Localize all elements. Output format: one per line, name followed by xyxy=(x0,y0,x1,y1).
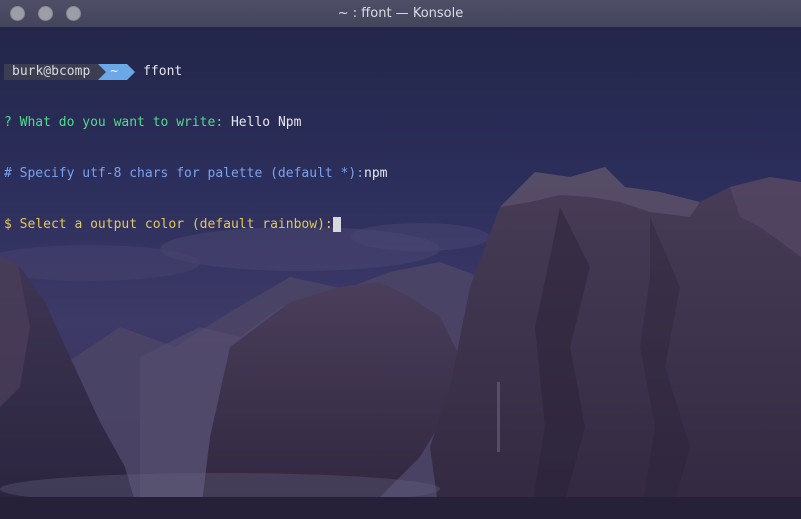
question-line-3: $ Select a output color (default rainbow… xyxy=(4,216,388,233)
prompt-command: ffont xyxy=(143,64,183,79)
question-text: What do you want to write: xyxy=(19,115,224,130)
title-bar[interactable]: ~ : ffont — Konsole xyxy=(0,0,801,28)
question-text: Specify utf-8 chars for palette (default… xyxy=(19,166,365,181)
answer-text: npm xyxy=(364,166,388,181)
window-title: ~ : ffont — Konsole xyxy=(337,6,464,21)
question-symbol: $ xyxy=(4,217,12,232)
question-symbol: # xyxy=(4,166,12,181)
question-text: Select a output color (default rainbow): xyxy=(19,217,333,232)
konsole-window: ~ : ffont — Konsole burk@bcomp ~ ffont ?… xyxy=(0,0,801,519)
prompt-line: burk@bcomp ~ ffont xyxy=(4,63,388,80)
question-symbol: ? xyxy=(4,115,12,130)
terminal-view[interactable]: burk@bcomp ~ ffont ? What do you want to w… xyxy=(0,27,801,519)
terminal-output: burk@bcomp ~ ffont ? What do you want to w… xyxy=(4,29,388,267)
prompt-user-host: burk@bcomp xyxy=(4,63,99,80)
prompt-directory: ~ xyxy=(98,63,135,80)
answer-text: Hello Npm xyxy=(230,115,302,130)
text-cursor[interactable] xyxy=(332,217,341,232)
question-line-2: # Specify utf-8 chars for palette (defau… xyxy=(4,165,388,182)
question-line-1: ? What do you want to write: Hello Npm xyxy=(4,114,388,131)
